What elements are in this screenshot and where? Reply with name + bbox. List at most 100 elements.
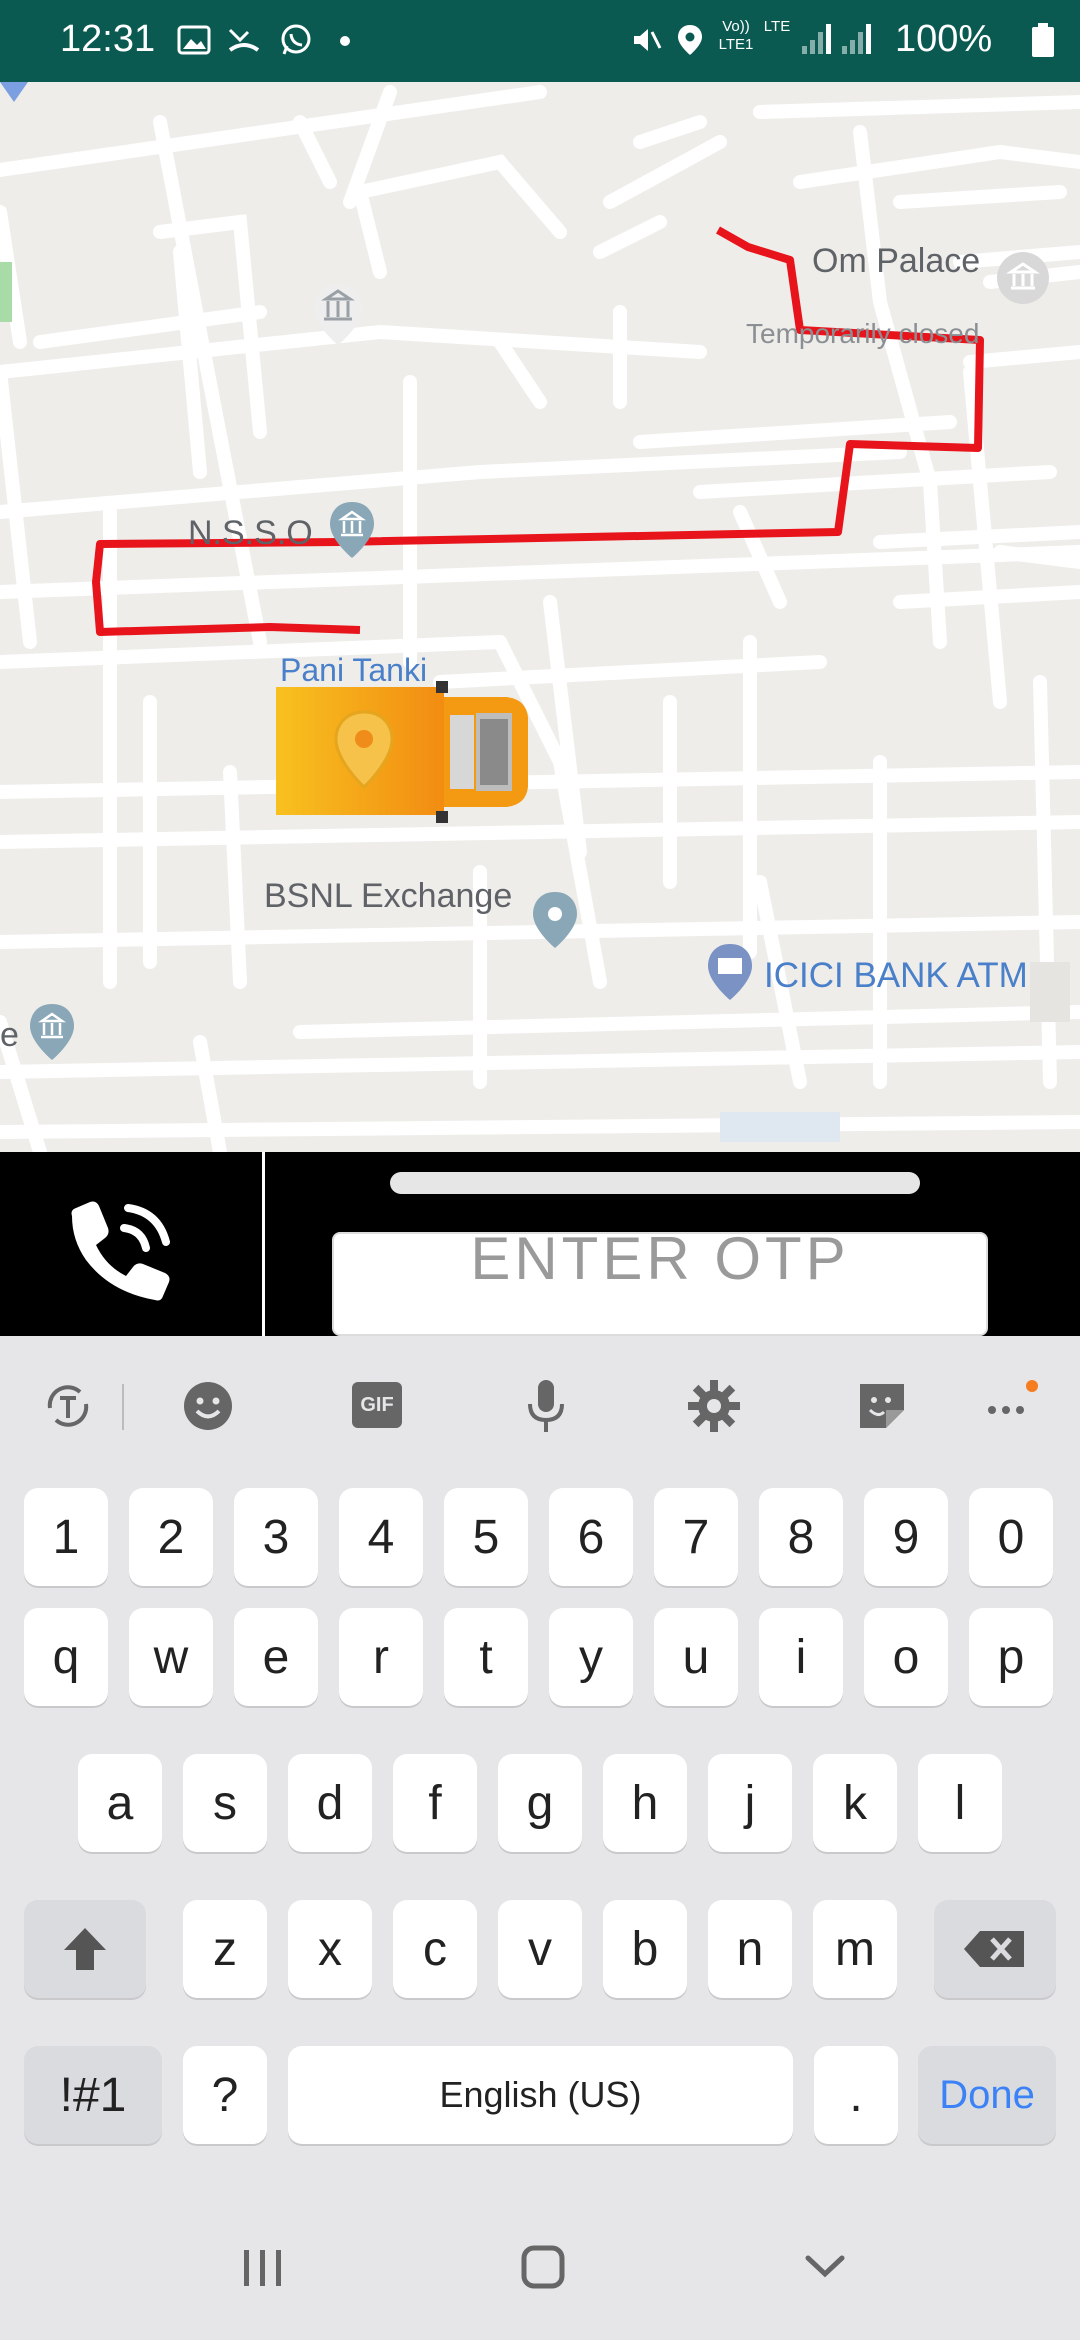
action-bar: ENTER OTP — [0, 1152, 1080, 1336]
whatsapp-icon — [281, 24, 311, 55]
map-view[interactable]: Om Palace Temporarily closed N.S.S.O Pan… — [0, 82, 1080, 1152]
key-s[interactable]: s — [183, 1754, 267, 1852]
symbols-key-label: !#1 — [59, 2068, 127, 2122]
key-z[interactable]: z — [183, 1900, 267, 1998]
key-i[interactable]: i — [759, 1608, 843, 1706]
symbols-key[interactable]: !#1 — [24, 2046, 162, 2144]
key-f[interactable]: f — [393, 1754, 477, 1852]
key-l-label: l — [954, 1776, 966, 1830]
key-8[interactable]: 8 — [759, 1488, 843, 1586]
key-b[interactable]: b — [603, 1900, 687, 1998]
keyboard-toolbar: GIF — [0, 1336, 1080, 1476]
key-n[interactable]: n — [708, 1900, 792, 1998]
key-h[interactable]: h — [603, 1754, 687, 1852]
notification-dot-icon — [340, 36, 350, 46]
emoji-icon[interactable] — [176, 1374, 240, 1438]
key-e-label: e — [262, 1630, 290, 1684]
map-label-pani-tanki[interactable]: Pani Tanki — [280, 652, 427, 689]
om-palace-pin-icon — [997, 252, 1049, 304]
nsso-pin-icon — [330, 502, 374, 558]
key-0[interactable]: 0 — [969, 1488, 1053, 1586]
action-divider — [262, 1152, 265, 1336]
key-5[interactable]: 5 — [444, 1488, 528, 1586]
key-q[interactable]: q — [24, 1608, 108, 1706]
missed-call-icon — [228, 28, 260, 52]
park-area — [0, 262, 12, 322]
key-x[interactable]: x — [288, 1900, 372, 1998]
atm-pin-icon — [708, 944, 752, 1000]
key-o[interactable]: o — [864, 1608, 948, 1706]
key-3[interactable]: 3 — [234, 1488, 318, 1586]
key-9-label: 9 — [892, 1510, 920, 1564]
shift-icon — [64, 1928, 106, 1970]
status-time: 12:31 — [60, 18, 156, 60]
recent-apps-icon[interactable] — [218, 2230, 308, 2300]
key-i-label: i — [795, 1630, 807, 1684]
back-icon[interactable] — [780, 2230, 870, 2300]
key-r[interactable]: r — [339, 1608, 423, 1706]
space-key[interactable]: English (US) — [288, 2046, 793, 2144]
lte-label: LTE — [763, 18, 791, 35]
key-o-label: o — [892, 1630, 920, 1684]
sticker-icon[interactable] — [850, 1374, 914, 1438]
key-7[interactable]: 7 — [654, 1488, 738, 1586]
key-w-label: w — [153, 1630, 189, 1684]
key-a[interactable]: a — [78, 1754, 162, 1852]
microphone-icon[interactable] — [514, 1374, 578, 1438]
gif-button[interactable]: GIF — [352, 1382, 402, 1428]
key-y[interactable]: y — [549, 1608, 633, 1706]
key-g[interactable]: g — [498, 1754, 582, 1852]
question-key[interactable]: ? — [183, 2046, 267, 2144]
key-j[interactable]: j — [708, 1754, 792, 1852]
key-4[interactable]: 4 — [339, 1488, 423, 1586]
key-a-label: a — [106, 1776, 134, 1830]
key-2[interactable]: 2 — [129, 1488, 213, 1586]
settings-icon[interactable] — [682, 1374, 746, 1438]
volte-label: Vo)) LTE1 — [718, 18, 754, 53]
done-key[interactable]: Done — [918, 2046, 1056, 2144]
key-d-label: d — [316, 1776, 344, 1830]
shift-key[interactable] — [24, 1900, 146, 1998]
period-key-label: . — [849, 2068, 863, 2122]
key-3-label: 3 — [262, 1510, 290, 1564]
map-label-om-palace[interactable]: Om Palace — [812, 242, 980, 281]
map-label-nsso[interactable]: N.S.S.O — [188, 514, 313, 553]
more-icon[interactable] — [976, 1374, 1040, 1438]
key-p[interactable]: p — [969, 1608, 1053, 1706]
key-e[interactable]: e — [234, 1608, 318, 1706]
key-m[interactable]: m — [813, 1900, 897, 1998]
period-key[interactable]: . — [814, 2046, 898, 2144]
text-translate-icon[interactable] — [36, 1374, 100, 1438]
key-9[interactable]: 9 — [864, 1488, 948, 1586]
key-d[interactable]: d — [288, 1754, 372, 1852]
key-t[interactable]: t — [444, 1608, 528, 1706]
navigation-bar — [0, 2190, 1080, 2340]
key-v[interactable]: v — [498, 1900, 582, 1998]
signal-icon — [802, 24, 871, 54]
map-label-bsnl-exchange[interactable]: BSNL Exchange — [264, 877, 512, 916]
key-w[interactable]: w — [129, 1608, 213, 1706]
key-y-label: y — [579, 1630, 603, 1684]
key-l[interactable]: l — [918, 1754, 1002, 1852]
call-button[interactable] — [50, 1196, 190, 1306]
key-g-label: g — [526, 1776, 554, 1830]
map-label-temporarily-closed: Temporarily closed — [746, 318, 980, 349]
otp-input[interactable]: ENTER OTP — [332, 1232, 988, 1336]
backspace-icon — [964, 1931, 1024, 1967]
key-6[interactable]: 6 — [549, 1488, 633, 1586]
key-u[interactable]: u — [654, 1608, 738, 1706]
key-b-label: b — [631, 1922, 659, 1976]
key-k-label: k — [843, 1776, 867, 1830]
location-icon — [678, 25, 702, 55]
key-z-label: z — [213, 1922, 237, 1976]
home-icon[interactable] — [498, 2230, 588, 2300]
key-k[interactable]: k — [813, 1754, 897, 1852]
key-c[interactable]: c — [393, 1900, 477, 1998]
key-u-label: u — [682, 1630, 710, 1684]
key-1[interactable]: 1 — [24, 1488, 108, 1586]
my-location-marker-icon — [0, 82, 28, 102]
backspace-key[interactable] — [934, 1900, 1056, 1998]
map-label-icici-atm[interactable]: ICICI BANK ATM — [764, 956, 1028, 996]
done-key-label: Done — [939, 2072, 1035, 2117]
key-1-label: 1 — [52, 1510, 80, 1564]
